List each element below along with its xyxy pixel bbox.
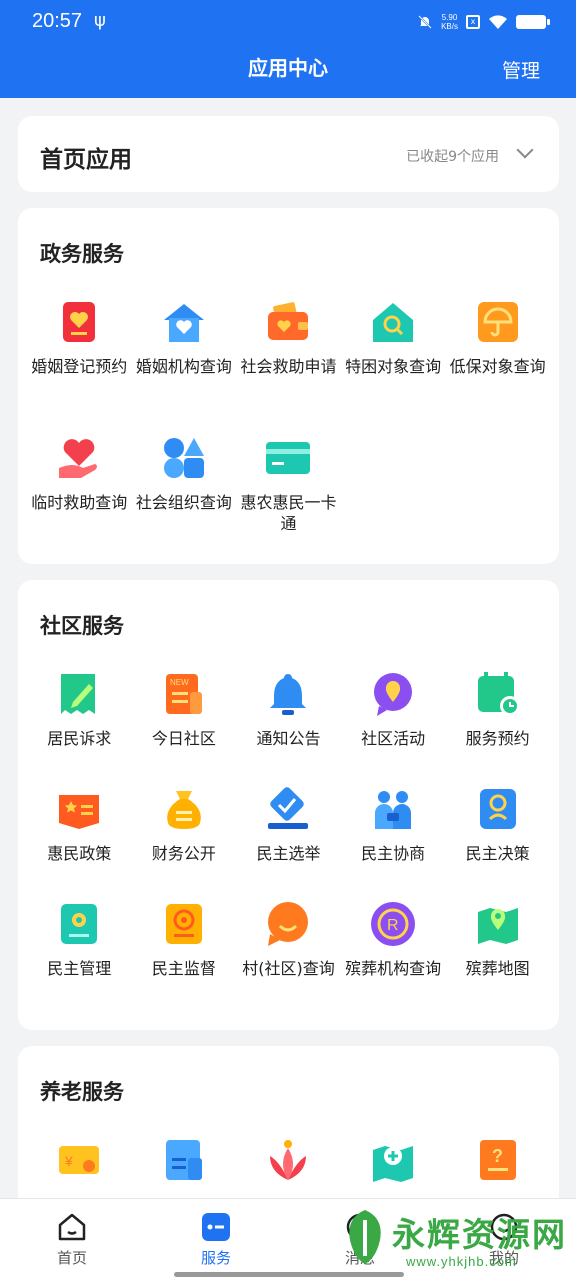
app-social-aid[interactable]: 社会救助申请 <box>236 296 341 432</box>
svg-text:R: R <box>387 917 399 934</box>
mute-icon <box>418 15 432 29</box>
home-apps-title: 首页应用 <box>40 147 132 173</box>
app-marriage-agency[interactable]: 婚姻机构查询 <box>132 296 237 432</box>
home-apps-card[interactable]: 首页应用 已收起9个应用 <box>18 116 559 192</box>
watermark: 永辉资源网 www.yhkjhb.com <box>330 1200 576 1278</box>
document-icon <box>165 1140 202 1180</box>
calendar-clock-icon <box>477 672 520 716</box>
app-notices[interactable]: 通知公告 <box>236 668 341 783</box>
nav-service[interactable]: 服务 <box>176 1211 256 1268</box>
app-header: 20:57 ψ 5.90 KB/s x 应用中心 管理 <box>0 0 576 98</box>
lotus-icon <box>270 1140 307 1180</box>
network-speed: 5.90 KB/s <box>441 13 458 31</box>
watermark-text: 永辉资源网 <box>392 1215 567 1254</box>
app-policy[interactable]: 惠民政策 <box>27 783 132 898</box>
collapsed-count[interactable]: 已收起9个应用 <box>406 146 499 166</box>
app-village-query[interactable]: 村(社区)查询 <box>236 898 341 1013</box>
manage-button[interactable]: 管理 <box>502 56 540 83</box>
section-title: 政务服务 <box>40 242 124 266</box>
status-bar: 20:57 ψ 5.90 KB/s x <box>0 0 576 46</box>
camera-badge-icon <box>165 904 202 944</box>
voucher-icon: ¥ <box>59 1146 100 1174</box>
app-consultation[interactable]: 民主协商 <box>341 783 446 898</box>
question-doc-icon: ? <box>479 1140 516 1180</box>
svg-text:NEW: NEW <box>170 678 189 687</box>
sim-icon: x <box>466 15 480 29</box>
app-finance-open[interactable]: 财务公开 <box>132 783 237 898</box>
policy-card-icon <box>59 795 100 829</box>
gov-services-card: 政务服务 婚姻登记预约 婚姻机构查询 社会救助申请 特困对象查询 低保对象查询 … <box>18 208 559 564</box>
section-title: 养老服务 <box>40 1080 124 1104</box>
status-time: 20:57 <box>32 10 83 32</box>
social-aid-wallet-icon <box>268 302 309 340</box>
community-services-card: 社区服务 居民诉求 NEW 今日社区 通知公告 社区活动 服务预约 惠民政策 财… <box>18 580 559 1030</box>
umbrella-icon <box>477 302 518 342</box>
app-poverty-query[interactable]: 特困对象查询 <box>341 296 446 432</box>
app-service-booking[interactable]: 服务预约 <box>445 668 550 783</box>
usb-icon: ψ <box>94 10 106 31</box>
status-indicators: 5.90 KB/s x <box>417 12 550 32</box>
page-title: 应用中心 <box>248 56 328 80</box>
vote-check-icon <box>268 787 309 829</box>
nav-home[interactable]: 首页 <box>32 1211 112 1268</box>
map-pin-icon <box>477 908 518 944</box>
people-discuss-icon <box>375 791 412 829</box>
person-badge-icon <box>479 789 516 829</box>
app-decision[interactable]: 民主决策 <box>445 783 550 898</box>
app-resident-appeal[interactable]: 居民诉求 <box>27 668 132 783</box>
hand-heart-icon <box>59 439 98 478</box>
app-marriage-register[interactable]: 婚姻登记预约 <box>27 296 132 432</box>
map-medical-icon <box>373 1146 414 1182</box>
gear-book-icon <box>61 904 98 944</box>
svg-text:?: ? <box>492 1146 503 1166</box>
marriage-agency-icon <box>163 304 204 342</box>
app-election[interactable]: 民主选举 <box>236 783 341 898</box>
smile-bubble-icon <box>268 902 309 946</box>
app-farmer-card[interactable]: 惠农惠民一卡通 <box>236 432 341 568</box>
shapes-icon <box>163 438 204 478</box>
service-icon <box>202 1213 230 1241</box>
app-grid: 婚姻登记预约 婚姻机构查询 社会救助申请 特困对象查询 低保对象查询 临时救助查… <box>18 296 559 568</box>
app-social-org[interactable]: 社会组织查询 <box>132 432 237 568</box>
section-title: 社区服务 <box>40 614 124 638</box>
app-management[interactable]: 民主管理 <box>27 898 132 1013</box>
home-icon <box>58 1213 86 1241</box>
app-funeral-map[interactable]: 殡葬地图 <box>445 898 550 1013</box>
app-grid: 居民诉求 NEW 今日社区 通知公告 社区活动 服务预约 惠民政策 财务公开 民… <box>18 668 559 1013</box>
bank-card-icon <box>266 442 311 474</box>
registered-circle-icon: R <box>371 902 416 946</box>
svg-text:¥: ¥ <box>64 1153 73 1169</box>
watermark-url: www.yhkjhb.com <box>406 1254 517 1269</box>
battery-icon <box>516 15 550 29</box>
app-community-activity[interactable]: 社区活动 <box>341 668 446 783</box>
edit-note-icon <box>61 674 96 714</box>
app-supervision[interactable]: 民主监督 <box>132 898 237 1013</box>
news-icon: NEW <box>165 674 202 714</box>
wifi-icon <box>489 15 507 29</box>
home-search-icon <box>373 303 414 342</box>
app-low-income-query[interactable]: 低保对象查询 <box>445 296 550 432</box>
marriage-register-icon <box>63 302 96 342</box>
money-bag-icon <box>167 791 201 829</box>
app-funeral-agency[interactable]: R 殡葬机构查询 <box>341 898 446 1013</box>
app-today-community[interactable]: NEW 今日社区 <box>132 668 237 783</box>
location-chat-icon <box>374 673 413 716</box>
home-indicator[interactable] <box>174 1272 404 1277</box>
watermark-logo-icon <box>349 1210 381 1264</box>
app-temp-aid[interactable]: 临时救助查询 <box>27 432 132 568</box>
chevron-down-icon[interactable] <box>516 141 534 159</box>
bell-icon <box>270 674 307 715</box>
